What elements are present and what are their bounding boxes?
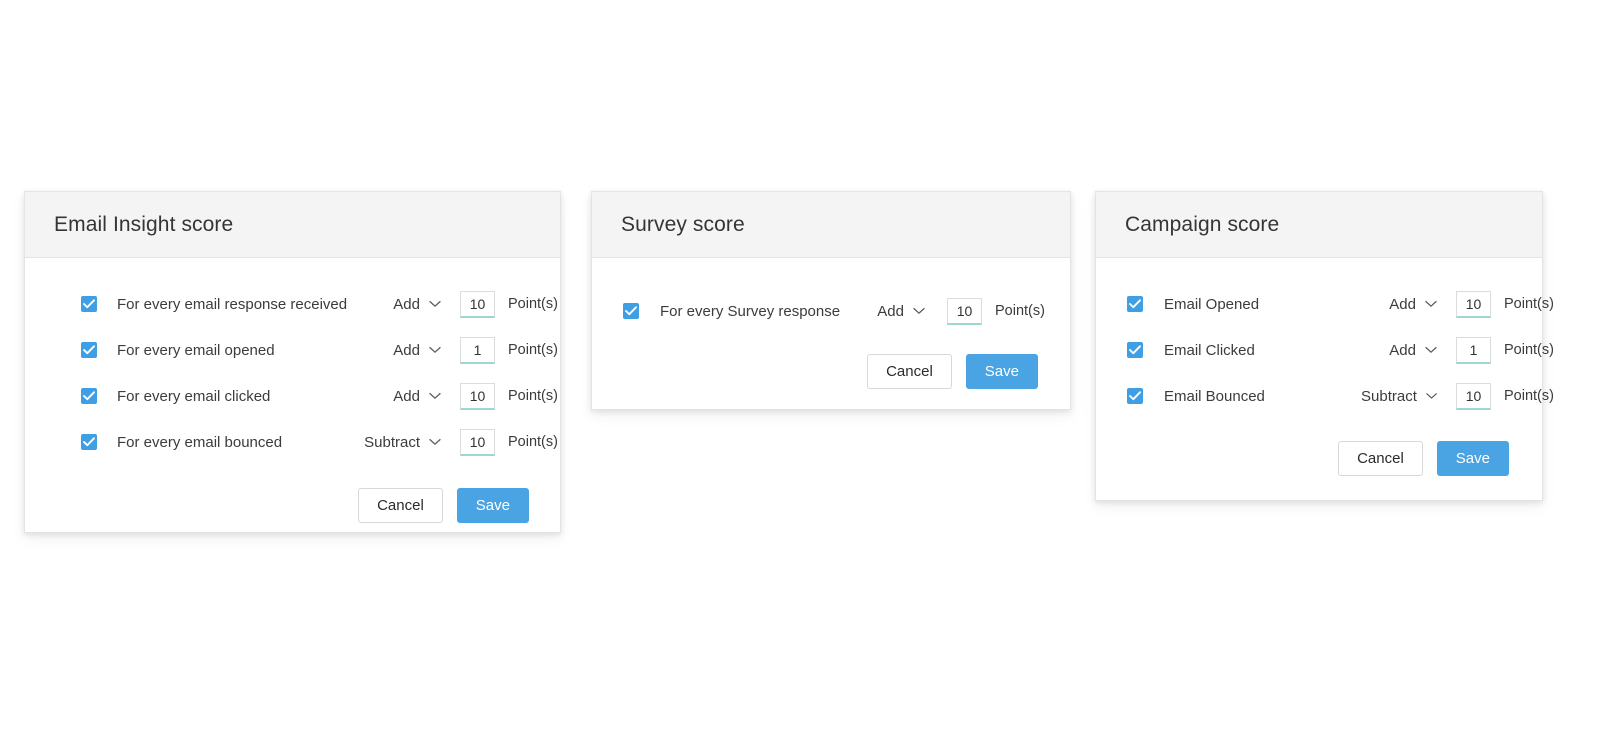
score-rule-row: Email Bounced Subtract Point(s) — [1096, 373, 1554, 419]
card-body: For every email response received Add Po… — [25, 258, 560, 523]
rule-checkbox[interactable] — [81, 434, 97, 450]
operation-dropdown[interactable]: Add — [1361, 342, 1437, 359]
card-email-insight-score: Email Insight score For every email resp… — [24, 191, 561, 533]
operation-dropdown[interactable]: Subtract — [1361, 388, 1437, 405]
rule-checkbox[interactable] — [81, 388, 97, 404]
rule-label: For every email response received — [117, 295, 348, 313]
rule-checkbox[interactable] — [1127, 296, 1143, 312]
points-input[interactable] — [460, 290, 495, 318]
chevron-down-icon — [429, 346, 441, 353]
card-body: For every Survey response Add Point(s) C… — [592, 258, 1070, 389]
page-title: Campaign score — [1125, 212, 1280, 236]
card-header: Campaign score — [1096, 192, 1542, 258]
page-title: Survey score — [621, 212, 745, 236]
points-input[interactable] — [1456, 290, 1491, 318]
rule-checkbox[interactable] — [81, 296, 97, 312]
check-icon — [1129, 299, 1141, 309]
points-input[interactable] — [460, 336, 495, 364]
operation-dropdown[interactable]: Add — [863, 303, 925, 320]
rule-checkbox[interactable] — [81, 342, 97, 358]
points-unit-label: Point(s) — [1504, 388, 1554, 404]
points-input[interactable] — [1456, 382, 1491, 410]
cancel-button[interactable]: Cancel — [867, 354, 952, 389]
save-button[interactable]: Save — [965, 354, 1038, 389]
points-unit-label: Point(s) — [508, 388, 558, 404]
card-actions: Cancel Save — [25, 488, 560, 523]
card-campaign-score: Campaign score Email Opened Add Point(s)… — [1095, 191, 1554, 501]
card-actions: Cancel Save — [1096, 441, 1542, 476]
operation-dropdown[interactable]: Add — [364, 342, 441, 359]
operation-value: Add — [393, 295, 420, 313]
rule-label: For every email clicked — [117, 387, 271, 405]
score-rule-row: For every email response received Add Po… — [25, 281, 560, 327]
chevron-down-icon — [913, 307, 925, 314]
operation-dropdown[interactable]: Add — [364, 388, 441, 405]
check-icon — [1129, 345, 1141, 355]
operation-dropdown[interactable]: Add — [1361, 296, 1437, 313]
rule-checkbox[interactable] — [1127, 388, 1143, 404]
check-icon — [83, 299, 95, 309]
points-unit-label: Point(s) — [1504, 296, 1554, 312]
operation-value: Add — [393, 387, 420, 405]
page-title: Email Insight score — [54, 212, 234, 236]
points-input[interactable] — [460, 428, 495, 456]
operation-value: Add — [393, 341, 420, 359]
check-icon — [1129, 391, 1141, 401]
score-rule-row: Email Opened Add Point(s) — [1096, 281, 1554, 327]
points-unit-label: Point(s) — [508, 434, 558, 450]
operation-value: Subtract — [1361, 387, 1417, 405]
rule-label: For every email bounced — [117, 433, 283, 451]
cancel-button[interactable]: Cancel — [358, 488, 443, 523]
points-input[interactable] — [1456, 336, 1491, 364]
operation-value: Add — [1389, 295, 1416, 313]
card-body: Email Opened Add Point(s) Email Clicked … — [1096, 258, 1554, 476]
points-unit-label: Point(s) — [508, 296, 558, 312]
cancel-button[interactable]: Cancel — [1338, 441, 1423, 476]
card-header: Email Insight score — [25, 192, 560, 258]
score-rule-row: For every Survey response Add Point(s) — [592, 288, 1070, 334]
points-unit-label: Point(s) — [995, 303, 1045, 319]
chevron-down-icon — [429, 438, 441, 445]
points-input[interactable] — [947, 297, 982, 325]
chevron-down-icon — [1426, 393, 1437, 399]
card-actions: Cancel Save — [592, 354, 1070, 389]
card-survey-score: Survey score For every Survey response A… — [591, 191, 1071, 410]
check-icon — [625, 306, 637, 316]
operation-dropdown[interactable]: Add — [364, 296, 441, 313]
points-input[interactable] — [460, 382, 495, 410]
save-button[interactable]: Save — [456, 488, 529, 523]
rule-label: Email Clicked — [1164, 341, 1255, 359]
rule-label: Email Opened — [1164, 295, 1260, 313]
save-button[interactable]: Save — [1436, 441, 1509, 476]
score-rule-row: For every email bounced Subtract Point(s… — [25, 419, 560, 465]
operation-value: Add — [877, 302, 904, 320]
score-rule-row: For every email clicked Add Point(s) — [25, 373, 560, 419]
card-header: Survey score — [592, 192, 1070, 258]
rule-label: For every Survey response — [660, 302, 841, 320]
points-unit-label: Point(s) — [1504, 342, 1554, 358]
rule-label: For every email opened — [117, 341, 275, 359]
operation-value: Subtract — [364, 433, 420, 451]
check-icon — [83, 345, 95, 355]
chevron-down-icon — [1425, 346, 1437, 353]
rule-label: Email Bounced — [1164, 387, 1265, 405]
points-unit-label: Point(s) — [508, 342, 558, 358]
rule-checkbox[interactable] — [1127, 342, 1143, 358]
chevron-down-icon — [1425, 300, 1437, 307]
check-icon — [83, 391, 95, 401]
check-icon — [83, 437, 95, 447]
operation-value: Add — [1389, 341, 1416, 359]
score-rule-row: For every email opened Add Point(s) — [25, 327, 560, 373]
score-rule-row: Email Clicked Add Point(s) — [1096, 327, 1554, 373]
chevron-down-icon — [429, 300, 441, 307]
operation-dropdown[interactable]: Subtract — [364, 434, 441, 451]
rule-checkbox[interactable] — [623, 303, 639, 319]
chevron-down-icon — [429, 392, 441, 399]
